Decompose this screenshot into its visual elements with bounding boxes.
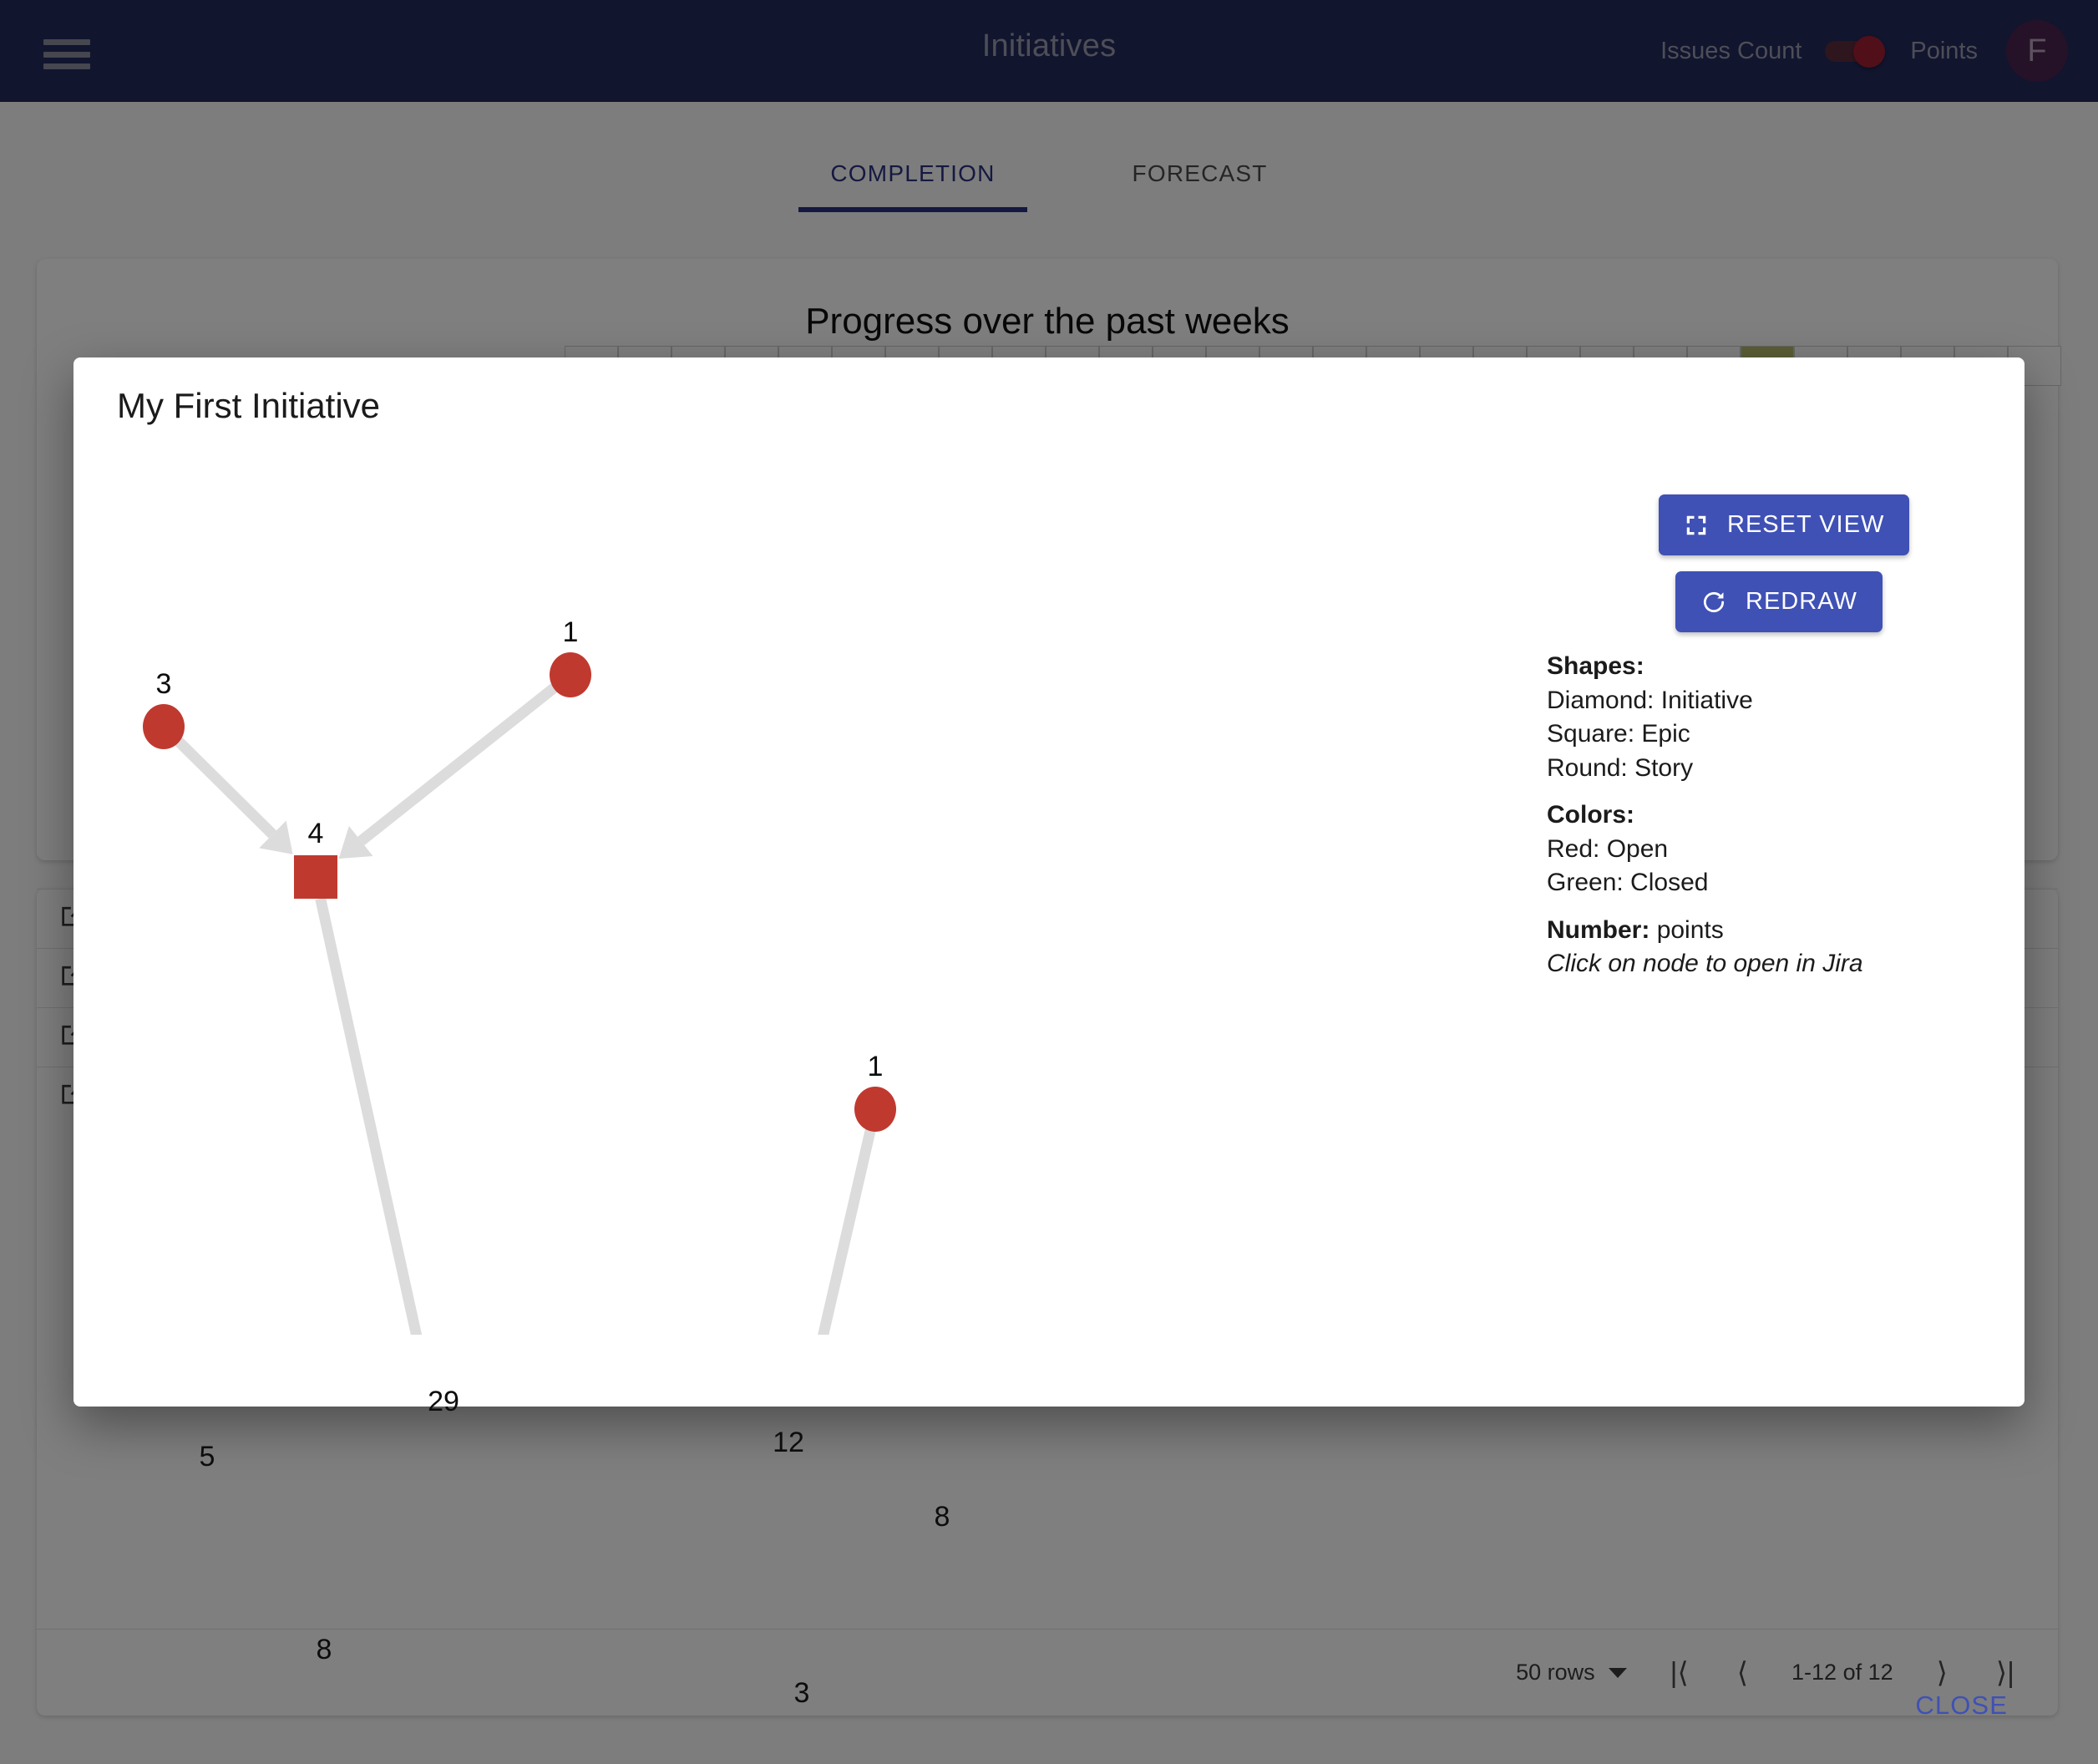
graph-node-points-label: 29 (428, 1386, 459, 1417)
graph-node-points-label: 4 (307, 818, 324, 849)
graph-node-points-label: 8 (934, 1501, 950, 1533)
graph-edge (794, 1128, 876, 1437)
graph-node-points-label: 8 (316, 1634, 332, 1665)
graph-node-round[interactable] (854, 1087, 896, 1132)
graph-node-points-label: 1 (562, 616, 579, 648)
fullscreen-icon (1686, 515, 1706, 535)
graph-edge (357, 683, 558, 846)
legend-color-green: Green: Closed (1547, 869, 1709, 896)
refresh-icon (1703, 591, 1725, 612)
graph-node-points-label: 3 (155, 668, 172, 700)
initiative-node-graph[interactable]: 1 3 4 29 5 8 12 1 8 3 (73, 416, 1493, 1758)
legend-shape-round: Round: Story (1547, 753, 1694, 782)
graph-node-points-label: 5 (199, 1441, 215, 1473)
close-button[interactable]: CLOSE (1915, 1690, 2008, 1721)
graph-node-points-label: 12 (773, 1427, 804, 1458)
legend-shape-square: Square: Epic (1547, 720, 1690, 748)
graph-node-round[interactable] (143, 704, 185, 749)
reset-view-button[interactable]: RESET VIEW (1659, 494, 1910, 555)
graph-edge (315, 897, 437, 1402)
legend-shape-diamond: Diamond: Initiative (1547, 686, 1753, 714)
graph-node-points-label: 3 (793, 1677, 810, 1709)
graph-node-round[interactable] (550, 652, 591, 697)
legend-hint: Click on node to open in Jira (1547, 950, 1863, 977)
legend-number-heading: Number: (1547, 915, 1650, 944)
redraw-button[interactable]: REDRAW (1675, 571, 1883, 632)
legend-colors-heading: Colors: (1547, 801, 1634, 829)
close-label: CLOSE (1915, 1690, 2008, 1720)
legend-color-red: Red: Open (1547, 834, 1669, 863)
graph-edge (175, 737, 276, 839)
legend-number-value: points (1656, 915, 1724, 944)
legend-shapes-heading: Shapes: (1547, 652, 1644, 680)
graph-canvas (143, 652, 963, 1758)
graph-node-square[interactable] (294, 855, 337, 899)
reset-view-label: RESET VIEW (1727, 511, 1885, 538)
graph-legend: Shapes: Diamond: Initiative Square: Epic… (1547, 650, 1863, 981)
graph-node-points-label: 1 (867, 1051, 884, 1082)
redraw-label: REDRAW (1746, 588, 1857, 615)
